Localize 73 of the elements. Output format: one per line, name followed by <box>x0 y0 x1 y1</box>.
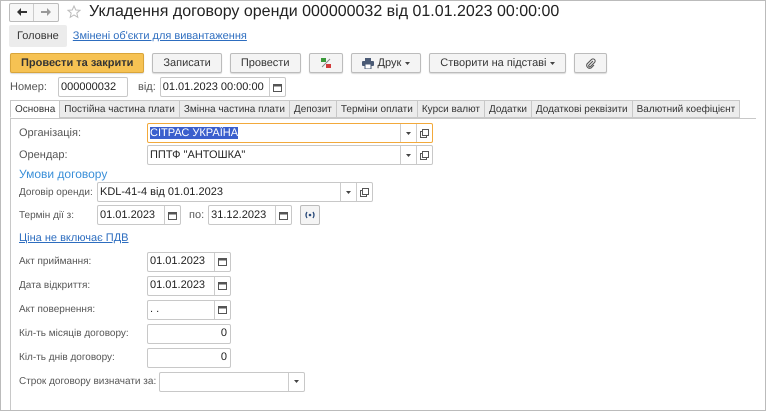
contract-field[interactable]: KDL-41-4 від 01.01.2023 <box>97 182 373 202</box>
field-label: Орендар: <box>19 148 69 163</box>
star-icon[interactable] <box>67 5 81 19</box>
toolbar-button[interactable]: Провести <box>230 53 300 73</box>
field-label: Організація: <box>19 126 82 141</box>
start-date-field[interactable]: 01.01.2023 <box>97 205 181 225</box>
nav-tab[interactable]: Головне <box>9 25 67 47</box>
select-field[interactable] <box>159 372 306 392</box>
calendar-icon[interactable] <box>218 305 227 314</box>
open-icon <box>360 188 369 196</box>
calendar-icon[interactable] <box>168 210 177 220</box>
field-label: Договір оренди: <box>19 186 94 200</box>
open-button[interactable] <box>356 183 372 201</box>
number-field[interactable]: 0 <box>147 324 231 344</box>
tab[interactable]: Валютний коефіцієнт <box>632 100 740 118</box>
nav-link[interactable]: Змінені об'єкти для вивантаження <box>70 28 249 44</box>
date-label: від: <box>138 80 156 95</box>
field-label: Дата відкриття: <box>19 279 92 293</box>
field-label: Кіл-ть місяців договору: <box>19 327 130 341</box>
tab[interactable]: Додаткові реквізити <box>530 100 633 118</box>
open-button[interactable] <box>416 124 432 142</box>
number-field[interactable]: 0 <box>147 348 231 368</box>
calendar-icon[interactable] <box>218 281 227 290</box>
field-label: по: <box>189 208 204 223</box>
dropdown-caret-icon[interactable] <box>294 380 300 383</box>
dropdown-caret-icon[interactable] <box>406 154 411 156</box>
tab[interactable]: Курси валют <box>416 100 485 118</box>
open-icon <box>420 128 429 138</box>
back-arrow-icon <box>16 8 26 16</box>
printer-icon <box>362 58 374 68</box>
date-field[interactable]: 01.01.2023 <box>147 276 231 296</box>
debit-credit-icon <box>320 57 332 69</box>
vat-link[interactable]: Ціна не включає ПДВ <box>19 230 128 246</box>
select-field[interactable]: ППТФ "АНТОШКА" <box>147 145 433 165</box>
field-label: Строк договору визначати за: <box>19 375 158 389</box>
tab[interactable]: Депозит <box>288 100 337 118</box>
date-field[interactable]: 01.01.2023 <box>147 252 231 272</box>
open-icon <box>420 150 429 160</box>
field-label: Акт повернення: <box>19 303 96 317</box>
dropdown-caret-icon[interactable] <box>346 190 351 194</box>
calendar-icon[interactable] <box>279 210 288 220</box>
dropdown-caret-icon[interactable] <box>406 132 411 134</box>
forward-arrow-icon <box>41 8 51 16</box>
field-label: Акт приймання: <box>19 255 92 269</box>
print-menu-button[interactable]: Друк <box>350 53 422 73</box>
number-label: Номер: <box>10 80 48 95</box>
dt-kt-button[interactable] <box>308 53 342 73</box>
dropdown-caret-icon[interactable] <box>550 62 556 64</box>
toolbar-button[interactable]: Записати <box>152 53 222 73</box>
field-label: Термін дії з: <box>19 208 76 222</box>
dropdown-caret-icon[interactable] <box>405 62 410 64</box>
tab[interactable]: Змінна частина плати <box>178 100 290 118</box>
calendar-icon[interactable] <box>218 257 227 266</box>
tab[interactable]: Додатки <box>484 100 532 118</box>
tab[interactable]: Основна <box>10 100 60 118</box>
tab[interactable]: Терміни оплати <box>336 100 418 118</box>
date-field[interactable]: . . <box>147 300 231 320</box>
period-button[interactable] <box>300 205 320 225</box>
select-field[interactable]: СІТРАС УКРАЇНА <box>147 123 433 143</box>
field-label: Кіл-ть днів договору: <box>19 351 116 365</box>
date-field[interactable]: 01.01.2023 00:00:00 <box>160 77 286 97</box>
section-title: Умови договору <box>19 167 108 182</box>
end-date-field[interactable]: 31.12.2023 <box>208 205 292 225</box>
tab[interactable]: Постійна частина плати <box>59 100 180 118</box>
attachment-button[interactable] <box>574 53 608 73</box>
create-based-on-button[interactable]: Створити на підставі <box>429 53 566 73</box>
radio-waves-icon <box>304 211 316 219</box>
calendar-icon[interactable] <box>272 82 282 92</box>
paperclip-icon <box>585 58 596 68</box>
open-button[interactable] <box>416 146 432 164</box>
window-title: Укладення договору оренди 000000032 від 01.01.2023 00:00:00 <box>89 2 560 22</box>
number-field[interactable]: 000000032 <box>58 77 128 97</box>
post-and-close-button[interactable]: Провести та закрити <box>10 53 144 73</box>
